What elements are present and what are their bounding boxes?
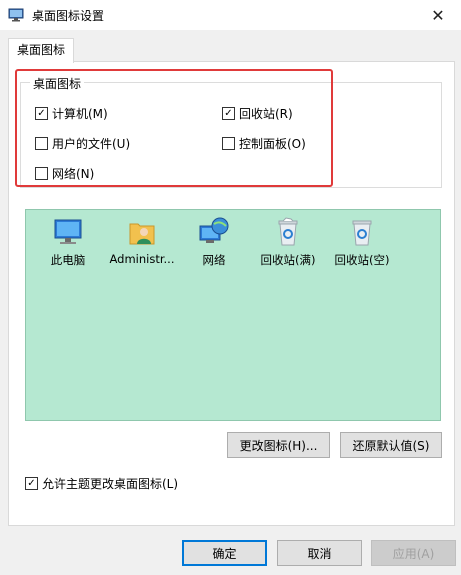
- network-icon: [199, 217, 229, 243]
- icon-item-network[interactable]: 网络: [178, 216, 250, 268]
- checkbox-computer[interactable]: ✓ 计算机(M): [35, 105, 108, 122]
- groupbox-title: 桌面图标: [30, 75, 85, 92]
- checkbox-label: 回收站(R): [239, 107, 293, 121]
- user-folder-icon: [129, 223, 155, 245]
- checkbox-box[interactable]: ✓: [222, 107, 235, 120]
- checkbox-label: 网络(N): [52, 167, 95, 181]
- window-title: 桌面图标设置: [32, 9, 105, 23]
- close-button[interactable]: ✕: [415, 0, 461, 30]
- tab-desktop-icons[interactable]: 桌面图标: [8, 38, 75, 63]
- checkbox-box[interactable]: [35, 167, 48, 180]
- icon-label: 回收站(满): [260, 253, 316, 267]
- checkbox-allow-theme-change[interactable]: ✓ 允许主题更改桌面图标(L): [25, 475, 178, 492]
- title-bar: 桌面图标设置 ✕: [0, 0, 461, 30]
- cancel-button[interactable]: 取消: [277, 540, 362, 566]
- icon-label: 网络: [202, 253, 226, 267]
- icon-label: Administr...: [109, 252, 175, 266]
- checkbox-user-files[interactable]: 用户的文件(U): [35, 135, 130, 152]
- icon-item-administrator[interactable]: Administr...: [106, 216, 178, 266]
- checkbox-box[interactable]: [35, 137, 48, 150]
- checkbox-label: 控制面板(O): [239, 137, 306, 151]
- change-icon-button[interactable]: 更改图标(H)...: [227, 432, 330, 458]
- icon-item-recycle-bin-full[interactable]: 回收站(满): [252, 216, 324, 268]
- checkbox-label: 允许主题更改桌面图标(L): [42, 477, 179, 491]
- recycle-bin-empty-icon: [352, 220, 372, 246]
- icon-label: 回收站(空): [334, 253, 390, 267]
- checkbox-network[interactable]: 网络(N): [35, 165, 94, 182]
- icon-item-this-pc[interactable]: 此电脑: [32, 216, 104, 268]
- desktop-settings-icon: [8, 8, 24, 22]
- checkbox-box[interactable]: [222, 137, 235, 150]
- checkbox-recycle-bin[interactable]: ✓ 回收站(R): [222, 105, 293, 122]
- icon-item-recycle-bin-empty[interactable]: 回收站(空): [326, 216, 398, 268]
- close-icon: ✕: [431, 5, 445, 25]
- checkbox-label: 用户的文件(U): [52, 137, 131, 151]
- checkbox-box[interactable]: ✓: [35, 107, 48, 120]
- apply-button[interactable]: 应用(A): [371, 540, 456, 566]
- icon-label: 此电脑: [50, 253, 86, 267]
- checkbox-box[interactable]: ✓: [25, 477, 38, 490]
- ok-button[interactable]: 确定: [182, 540, 267, 566]
- icon-preview-list[interactable]: 此电脑 Administr... 网络 回收站(满) 回收站(空): [25, 209, 441, 421]
- recycle-bin-full-icon: [278, 217, 298, 246]
- checkbox-label: 计算机(M): [52, 107, 108, 121]
- checkbox-control-panel[interactable]: 控制面板(O): [222, 135, 306, 152]
- computer-icon: [54, 219, 82, 244]
- restore-default-button[interactable]: 还原默认值(S): [340, 432, 442, 458]
